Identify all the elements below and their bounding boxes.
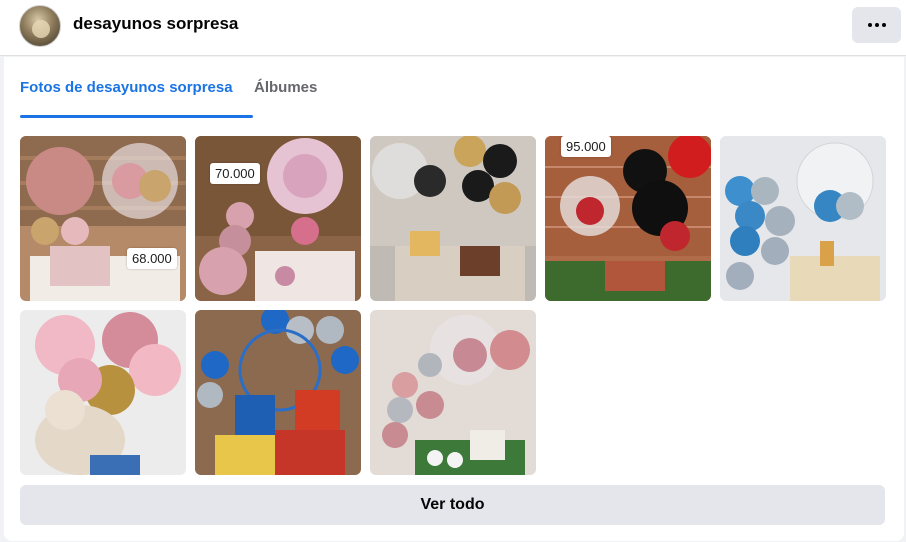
photo-image [370, 136, 536, 301]
tab-photos[interactable]: Fotos de desayunos sorpresa [20, 79, 233, 96]
active-tab-indicator [20, 115, 253, 118]
photo-image [545, 136, 711, 301]
photo-image [720, 136, 886, 301]
page-header: desayunos sorpresa [0, 0, 906, 56]
price-tag: 70.000 [210, 163, 260, 184]
photo-thumbnail[interactable]: 95.000 [545, 136, 711, 301]
photo-thumbnail[interactable]: 68.000 [20, 136, 186, 301]
photo-thumbnail[interactable] [370, 310, 536, 475]
photo-thumbnail[interactable] [370, 136, 536, 301]
photos-card: Fotos de desayunos sorpresa Álbumes 68.0… [4, 57, 904, 541]
photo-thumbnail[interactable] [20, 310, 186, 475]
more-horizontal-icon [867, 23, 886, 27]
photo-image [195, 310, 361, 475]
photo-thumbnail[interactable] [195, 310, 361, 475]
photo-image [370, 310, 536, 475]
photo-image [195, 136, 361, 301]
price-tag: 95.000 [561, 136, 611, 157]
page-title[interactable]: desayunos sorpresa [73, 14, 238, 34]
page-avatar[interactable] [19, 5, 61, 47]
price-tag: 68.000 [127, 248, 177, 269]
photo-image [20, 136, 186, 301]
photo-thumbnail[interactable]: 70.000 [195, 136, 361, 301]
more-options-button[interactable] [852, 7, 901, 43]
tab-albums[interactable]: Álbumes [254, 79, 317, 96]
photo-thumbnail[interactable] [720, 136, 886, 301]
see-all-button[interactable]: Ver todo [20, 485, 885, 525]
photo-image [20, 310, 186, 475]
